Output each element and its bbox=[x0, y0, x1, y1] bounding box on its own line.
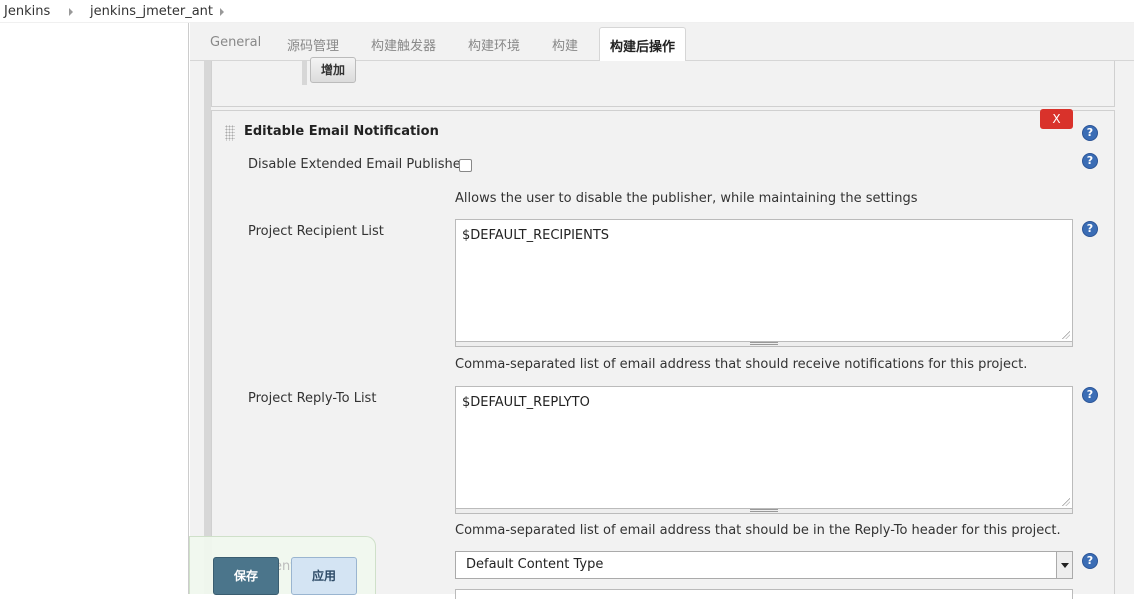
disable-publisher-description: Allows the user to disable the publisher… bbox=[455, 191, 918, 206]
disable-publisher-label: Disable Extended Email Publisher bbox=[248, 157, 467, 172]
breadcrumb-job[interactable]: jenkins_jmeter_ant bbox=[90, 4, 213, 19]
section-title: Editable Email Notification bbox=[244, 124, 439, 139]
disable-publisher-checkbox[interactable] bbox=[459, 159, 472, 172]
recipient-list-description: Comma-separated list of email address th… bbox=[455, 357, 1028, 372]
replyto-list-label: Project Reply-To List bbox=[248, 391, 377, 406]
section-rail bbox=[204, 61, 211, 594]
section-rail-inner bbox=[302, 61, 307, 85]
recipient-list-value: $DEFAULT_RECIPIENTS bbox=[462, 228, 610, 243]
replyto-list-description: Comma-separated list of email address th… bbox=[455, 523, 1061, 538]
previous-section: 增加 bbox=[211, 57, 1115, 107]
tab-build-triggers[interactable]: 构建触发器 bbox=[371, 35, 436, 54]
grip-icon bbox=[750, 342, 778, 345]
drag-handle-icon[interactable] bbox=[225, 125, 235, 141]
save-apply-bar: ent 保存 应用 bbox=[189, 536, 376, 595]
textarea-expand-bar[interactable] bbox=[455, 342, 1073, 347]
content-type-selected: Default Content Type bbox=[466, 557, 604, 572]
breadcrumb-separator-icon bbox=[69, 8, 73, 16]
editable-email-notification-section: Editable Email Notification X ? Disable … bbox=[211, 109, 1115, 599]
side-panel bbox=[0, 23, 189, 594]
config-main: 增加 Editable Email Notification X ? Disab… bbox=[190, 57, 1134, 599]
save-button[interactable]: 保存 bbox=[213, 557, 279, 595]
help-icon[interactable]: ? bbox=[1082, 125, 1098, 141]
apply-button[interactable]: 应用 bbox=[291, 557, 357, 595]
grip-icon bbox=[750, 509, 778, 512]
replyto-list-textarea[interactable]: $DEFAULT_REPLYTO bbox=[455, 386, 1073, 509]
help-icon[interactable]: ? bbox=[1082, 153, 1098, 169]
resize-handle-icon[interactable] bbox=[1062, 331, 1070, 339]
tab-build[interactable]: 构建 bbox=[552, 35, 578, 54]
config-tab-bar: General 源码管理 构建触发器 构建环境 构建 构建后操作 bbox=[190, 23, 1134, 62]
chevron-down-icon[interactable] bbox=[1056, 552, 1072, 578]
help-icon[interactable]: ? bbox=[1082, 387, 1098, 403]
next-field-partial[interactable] bbox=[455, 589, 1073, 599]
recipient-list-textarea[interactable]: $DEFAULT_RECIPIENTS bbox=[455, 219, 1073, 342]
textarea-expand-bar[interactable] bbox=[455, 509, 1073, 514]
breadcrumb-jenkins[interactable]: Jenkins bbox=[4, 4, 50, 19]
add-button[interactable]: 增加 bbox=[310, 57, 356, 83]
help-icon[interactable]: ? bbox=[1082, 553, 1098, 569]
tab-general[interactable]: General bbox=[210, 35, 261, 50]
resize-handle-icon[interactable] bbox=[1062, 498, 1070, 506]
breadcrumb-separator-icon[interactable] bbox=[220, 8, 224, 16]
help-icon[interactable]: ? bbox=[1082, 221, 1098, 237]
tab-post-build-actions[interactable]: 构建后操作 bbox=[599, 27, 687, 62]
recipient-list-label: Project Recipient List bbox=[248, 224, 384, 239]
breadcrumb: Jenkins jenkins_jmeter_ant bbox=[0, 0, 1134, 23]
content-type-select[interactable]: Default Content Type bbox=[455, 551, 1073, 579]
delete-section-button[interactable]: X bbox=[1040, 109, 1073, 129]
tab-source-management[interactable]: 源码管理 bbox=[287, 35, 339, 54]
replyto-list-value: $DEFAULT_REPLYTO bbox=[462, 395, 590, 410]
tab-build-environment[interactable]: 构建环境 bbox=[468, 35, 520, 54]
